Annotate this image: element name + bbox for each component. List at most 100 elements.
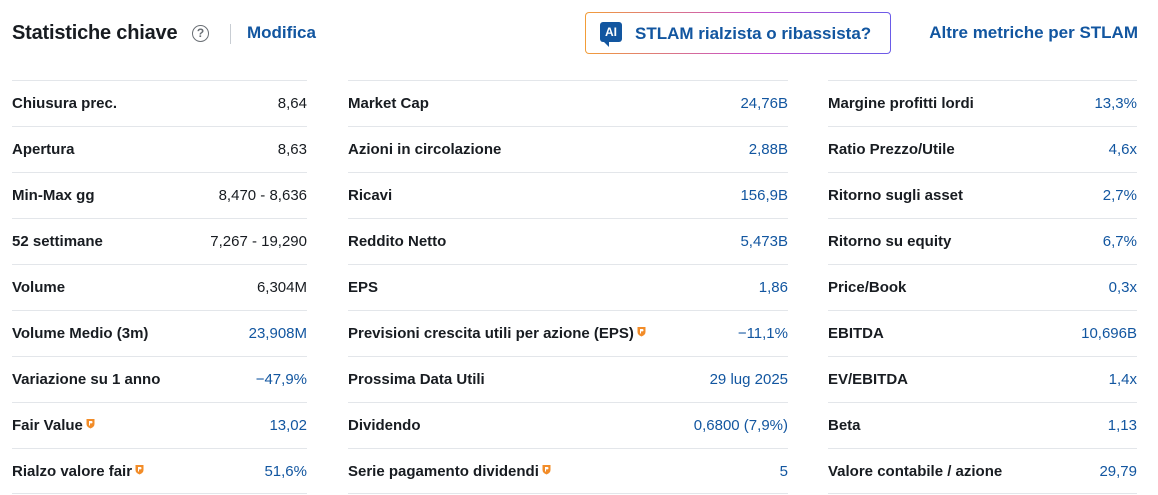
stat-value[interactable]: 10,696B [1081,325,1137,342]
stat-label-text: Market Cap [348,95,429,112]
pro-icon[interactable] [135,464,144,475]
stat-label-text: Serie pagamento dividendi [348,463,539,480]
stat-row: Azioni in circolazione 2,88B [348,126,788,172]
edit-link[interactable]: Modifica [247,23,316,43]
stat-label: Market Cap [348,95,429,112]
stat-value[interactable]: 5,473B [740,233,788,250]
stat-label-text: Price/Book [828,279,907,296]
stat-row: Price/Book 0,3x [828,264,1137,310]
stat-label: Ratio Prezzo/Utile [828,141,955,158]
stat-row: Market Cap 24,76B [348,80,788,126]
stat-label: Ricavi [348,187,392,204]
stat-row: Previsioni crescita utili per azione (EP… [348,310,788,356]
ai-button-label: STLAM rialzista o ribassista? [635,24,872,43]
divider [230,24,231,44]
stat-row: Fair Value 13,02 [12,402,307,448]
stat-value[interactable]: 156,9B [740,187,788,204]
stat-label: Rialzo valore fair [12,463,144,480]
stat-value[interactable]: 51,6% [264,463,307,480]
stat-label-text: Ricavi [348,187,393,204]
stat-label: EV/EBITDA [828,371,908,388]
stat-row: Apertura 8,63 [12,126,307,172]
stat-row: Rialzo valore fair 51,6% [12,448,307,494]
stat-row: EBITDA 10,696B [828,310,1137,356]
stat-label-text: Dividendo [348,417,421,434]
more-metrics-link[interactable]: Altre metriche per STLAM [929,23,1138,43]
stat-row: Ritorno sugli asset 2,7% [828,172,1137,218]
stat-value[interactable]: 13,3% [1094,95,1137,112]
stat-row: Volume 6,304M [12,264,307,310]
help-icon[interactable]: ? [192,25,209,42]
pro-icon[interactable] [86,418,95,429]
stat-label: Previsioni crescita utili per azione (EP… [348,325,646,342]
stat-label: Min-Max gg [12,187,95,204]
ai-bull-bear-button[interactable]: AI STLAM rialzista o ribassista? [585,12,891,54]
stat-label: Ritorno su equity [828,233,951,250]
stat-label: EBITDA [828,325,884,342]
stat-label: Serie pagamento dividendi [348,463,551,480]
page-title: Statistiche chiave [12,22,178,44]
stats-column-1: Chiusura prec. 8,64 Apertura 8,63 Min-Max gg… [12,80,307,494]
stat-value[interactable]: 1,4x [1109,371,1137,388]
stat-row: Margine profitti lordi 13,3% [828,80,1137,126]
stat-value[interactable]: 1,13 [1108,417,1137,434]
stat-value[interactable]: 29,79 [1099,463,1137,480]
stat-label: Volume Medio (3m) [12,325,148,342]
stat-label: Chiusura prec. [12,95,117,112]
stat-label-text: EPS [348,279,379,296]
stat-value[interactable]: 0,6800 (7,9%) [694,417,788,434]
stat-label-text: Chiusura prec. [12,95,118,112]
key-stats-header: Statistiche chiave ? Modifica AI STLAM r… [12,12,1138,56]
stat-row: EPS 1,86 [348,264,788,310]
stat-value[interactable]: 24,76B [740,95,788,112]
stat-row: Valore contabile / azione 29,79 [828,448,1137,494]
stat-label: 52 settimane [12,233,103,250]
stat-value[interactable]: 2,7% [1103,187,1137,204]
stat-label-text: Azioni in circolazione [348,141,502,158]
stat-label: Apertura [12,141,75,158]
stats-column-2: Market Cap 24,76B Azioni in circolazione 2,… [348,80,788,494]
stat-value[interactable]: 6,7% [1103,233,1137,250]
stat-label-text: 52 settimane [12,233,103,250]
stat-label-text: Fair Value [12,417,83,434]
stat-label: Fair Value [12,417,95,434]
stat-label: Dividendo [348,417,421,434]
stats-column-3: Margine profitti lordi 13,3% Ratio Prezzo/… [828,80,1137,494]
stat-value[interactable]: 1,86 [759,279,788,296]
stat-row: Dividendo 0,6800 (7,9%) [348,402,788,448]
stat-label-text: Apertura [12,141,75,158]
stat-value[interactable]: 23,908M [249,325,307,342]
stat-label: Volume [12,279,65,296]
stat-label-text: EV/EBITDA [828,371,909,388]
stat-value: 8,63 [277,141,307,158]
stat-row: Ratio Prezzo/Utile 4,6x [828,126,1137,172]
stat-value[interactable]: 13,02 [269,417,307,434]
stat-label: EPS [348,279,378,296]
stat-value[interactable]: 0,3x [1109,279,1137,296]
stat-label: Price/Book [828,279,906,296]
stat-row: EV/EBITDA 1,4x [828,356,1137,402]
stat-value[interactable]: 29 lug 2025 [710,371,788,388]
stat-row: Ritorno su equity 6,7% [828,218,1137,264]
ai-icon: AI [600,22,622,47]
stat-value: 7,267 - 19,290 [210,233,307,250]
stat-value[interactable]: 2,88B [749,141,788,158]
stat-label-text: Volume Medio (3m) [12,325,149,342]
stat-label-text: Ratio Prezzo/Utile [828,141,955,158]
stat-value[interactable]: 4,6x [1109,141,1137,158]
stat-label-text: Variazione su 1 anno [12,371,161,388]
stat-label-text: Rialzo valore fair [12,463,133,480]
stat-row: 52 settimane 7,267 - 19,290 [12,218,307,264]
stat-label: Azioni in circolazione [348,141,501,158]
stat-value[interactable]: −11,1% [738,325,788,342]
stat-label: Beta [828,417,861,434]
stat-row: Chiusura prec. 8,64 [12,80,307,126]
stat-value[interactable]: −47,9% [256,371,307,388]
stat-label-text: Ritorno su equity [828,233,952,250]
stat-value[interactable]: 5 [780,463,788,480]
stat-value: 6,304M [256,279,307,296]
pro-icon[interactable] [637,326,646,337]
stat-label: Variazione su 1 anno [12,371,160,388]
stat-label: Valore contabile / azione [828,463,1002,480]
pro-icon[interactable] [542,464,551,475]
